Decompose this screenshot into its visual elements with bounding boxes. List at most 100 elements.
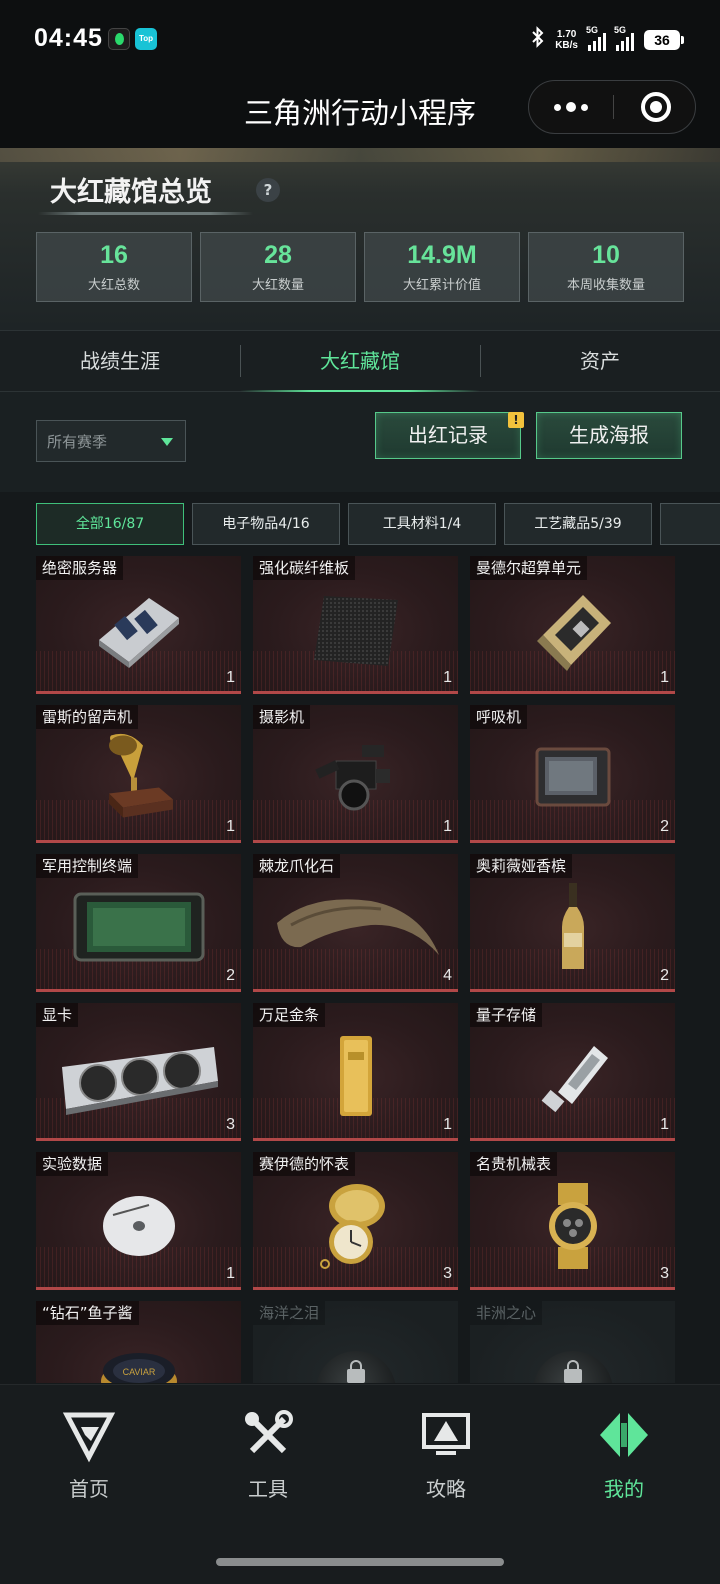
item-count: 1 [226, 818, 235, 835]
music-app-icon [108, 28, 130, 50]
overview-title: 大红藏馆总览 [50, 177, 212, 208]
caviar-icon: CAVIAR [99, 1341, 179, 1383]
tab-red-collection[interactable]: 大红藏馆 [240, 331, 480, 392]
nav-label: 工具 [248, 1477, 288, 1501]
season-select-value: 所有赛季 [47, 433, 108, 451]
mine-diamond-icon [596, 1407, 652, 1463]
collection-card[interactable]: 万足金条 1 [253, 1003, 458, 1141]
item-name: 非洲之心 [470, 1301, 543, 1325]
collection-card[interactable]: 曼德尔超算单元 1 [470, 556, 675, 694]
nav-label: 首页 [69, 1477, 109, 1501]
item-name: 军用控制终端 [36, 854, 139, 878]
tablet-icon [69, 888, 209, 972]
item-name: 摄影机 [253, 705, 311, 729]
stat-card: 14.9M 大红累计价值 [364, 232, 520, 302]
collection-card-locked[interactable]: 海洋之泪 [253, 1301, 458, 1383]
item-count: 1 [443, 1116, 452, 1133]
signal-icon: 5G [586, 25, 606, 51]
collection-card[interactable]: CAVIAR “钻石”鱼子酱 [36, 1301, 241, 1383]
category-tools[interactable]: 工具材料1/4 [348, 503, 496, 545]
item-count: 1 [660, 1116, 669, 1133]
tab-assets[interactable]: 资产 [480, 331, 720, 391]
collection-card[interactable]: 实验数据 1 [36, 1152, 241, 1290]
gramophone-icon [89, 731, 189, 830]
usb-drive-icon [528, 1032, 618, 1126]
item-count: 1 [660, 669, 669, 686]
generate-poster-button[interactable]: 生成海报 [536, 412, 682, 459]
nav-tools[interactable]: 工具 [208, 1407, 328, 1502]
caviar-label: CAVIAR [122, 1367, 155, 1377]
stat-label: 本周收集数量 [566, 278, 645, 293]
nav-label: 我的 [604, 1477, 644, 1501]
item-name: 量子存储 [470, 1003, 543, 1027]
capsule-divider [613, 95, 614, 119]
stat-value: 28 [264, 241, 292, 269]
camera-icon [306, 739, 406, 823]
carbon-plate-icon [306, 590, 406, 674]
home-indicator[interactable] [216, 1558, 504, 1566]
network-speed-value: 1.70 [556, 29, 577, 40]
category-crafts[interactable]: 工艺藏品5/39 [504, 503, 652, 545]
collection-card[interactable]: 棘龙爪化石 4 [253, 854, 458, 992]
item-count: 2 [660, 967, 669, 984]
item-name: 万足金条 [253, 1003, 326, 1027]
tools-icon [240, 1407, 296, 1463]
lock-icon [563, 1360, 582, 1383]
item-name: 奥莉薇娅香槟 [470, 854, 573, 878]
nav-guides[interactable]: 攻略 [386, 1407, 506, 1502]
collection-card[interactable]: 摄影机 1 [253, 705, 458, 843]
item-name: 实验数据 [36, 1152, 109, 1176]
collection-card[interactable]: 军用控制终端 2 [36, 854, 241, 992]
stats-row: 16 大红总数 28 大红数量 14.9M 大红累计价值 10 本周收集数量 [36, 232, 684, 302]
collection-card[interactable]: 奥莉薇娅香槟 2 [470, 854, 675, 992]
item-count: 4 [443, 967, 452, 984]
item-name: “钻石”鱼子酱 [36, 1301, 139, 1325]
collection-card[interactable]: 赛伊德的怀表 3 [253, 1152, 458, 1290]
item-count: 1 [443, 669, 452, 686]
item-name: 雷斯的留声机 [36, 705, 139, 729]
network-speed-unit: KB/s [555, 40, 578, 51]
season-select[interactable]: 所有赛季 [36, 420, 186, 462]
mini-program-title-bar: 三角洲行动小程序 [0, 78, 720, 148]
category-more[interactable] [660, 503, 720, 545]
collection-card[interactable]: 雷斯的留声机 1 [36, 705, 241, 843]
ventilator-icon [523, 739, 623, 823]
item-count: 3 [443, 1265, 452, 1282]
collection-card[interactable]: 量子存储 1 [470, 1003, 675, 1141]
item-name: 曼德尔超算单元 [470, 556, 588, 580]
collection-card[interactable]: 名贵机械表 3 [470, 1152, 675, 1290]
guide-monitor-icon [418, 1407, 474, 1463]
nav-mine[interactable]: 我的 [564, 1407, 684, 1502]
close-icon[interactable] [641, 92, 671, 122]
item-count: 1 [443, 818, 452, 835]
tab-career[interactable]: 战绩生涯 [0, 331, 240, 391]
taptap-app-icon: Top [135, 28, 157, 50]
category-all[interactable]: 全部16/87 [36, 503, 184, 545]
stat-value: 16 [100, 241, 128, 269]
network-speed: 1.70 KB/s [555, 29, 578, 51]
more-icon[interactable] [529, 81, 613, 133]
status-time: 04:45 [34, 24, 103, 52]
collection-card-locked[interactable]: 非洲之心 [470, 1301, 675, 1383]
nav-home[interactable]: 首页 [29, 1407, 149, 1502]
collection-card[interactable]: 强化碳纤维板 1 [253, 556, 458, 694]
sim1-label: 5G [586, 25, 599, 35]
item-name: 赛伊德的怀表 [253, 1152, 356, 1176]
bluetooth-icon [531, 26, 545, 54]
category-electronics[interactable]: 电子物品4/16 [192, 503, 340, 545]
item-name: 强化碳纤维板 [253, 556, 356, 580]
server-icon [89, 590, 189, 674]
home-logo-icon [61, 1407, 117, 1463]
collection-card[interactable]: 呼吸机 2 [470, 705, 675, 843]
dropdown-arrow-icon [161, 438, 173, 446]
stat-label: 大红总数 [87, 278, 140, 293]
help-icon[interactable]: ? [256, 178, 280, 202]
item-count: 3 [226, 1116, 235, 1133]
stat-value: 10 [592, 241, 620, 269]
collection-card[interactable]: 显卡 3 [36, 1003, 241, 1141]
main-tabs: 战绩生涯 大红藏馆 资产 [0, 330, 720, 392]
red-record-button[interactable]: 出红记录 [375, 412, 521, 459]
collection-card[interactable]: 绝密服务器 1 [36, 556, 241, 694]
capsule-menu [528, 80, 696, 134]
filter-toolbar: 所有赛季 出红记录 ! 生成海报 [0, 392, 720, 492]
